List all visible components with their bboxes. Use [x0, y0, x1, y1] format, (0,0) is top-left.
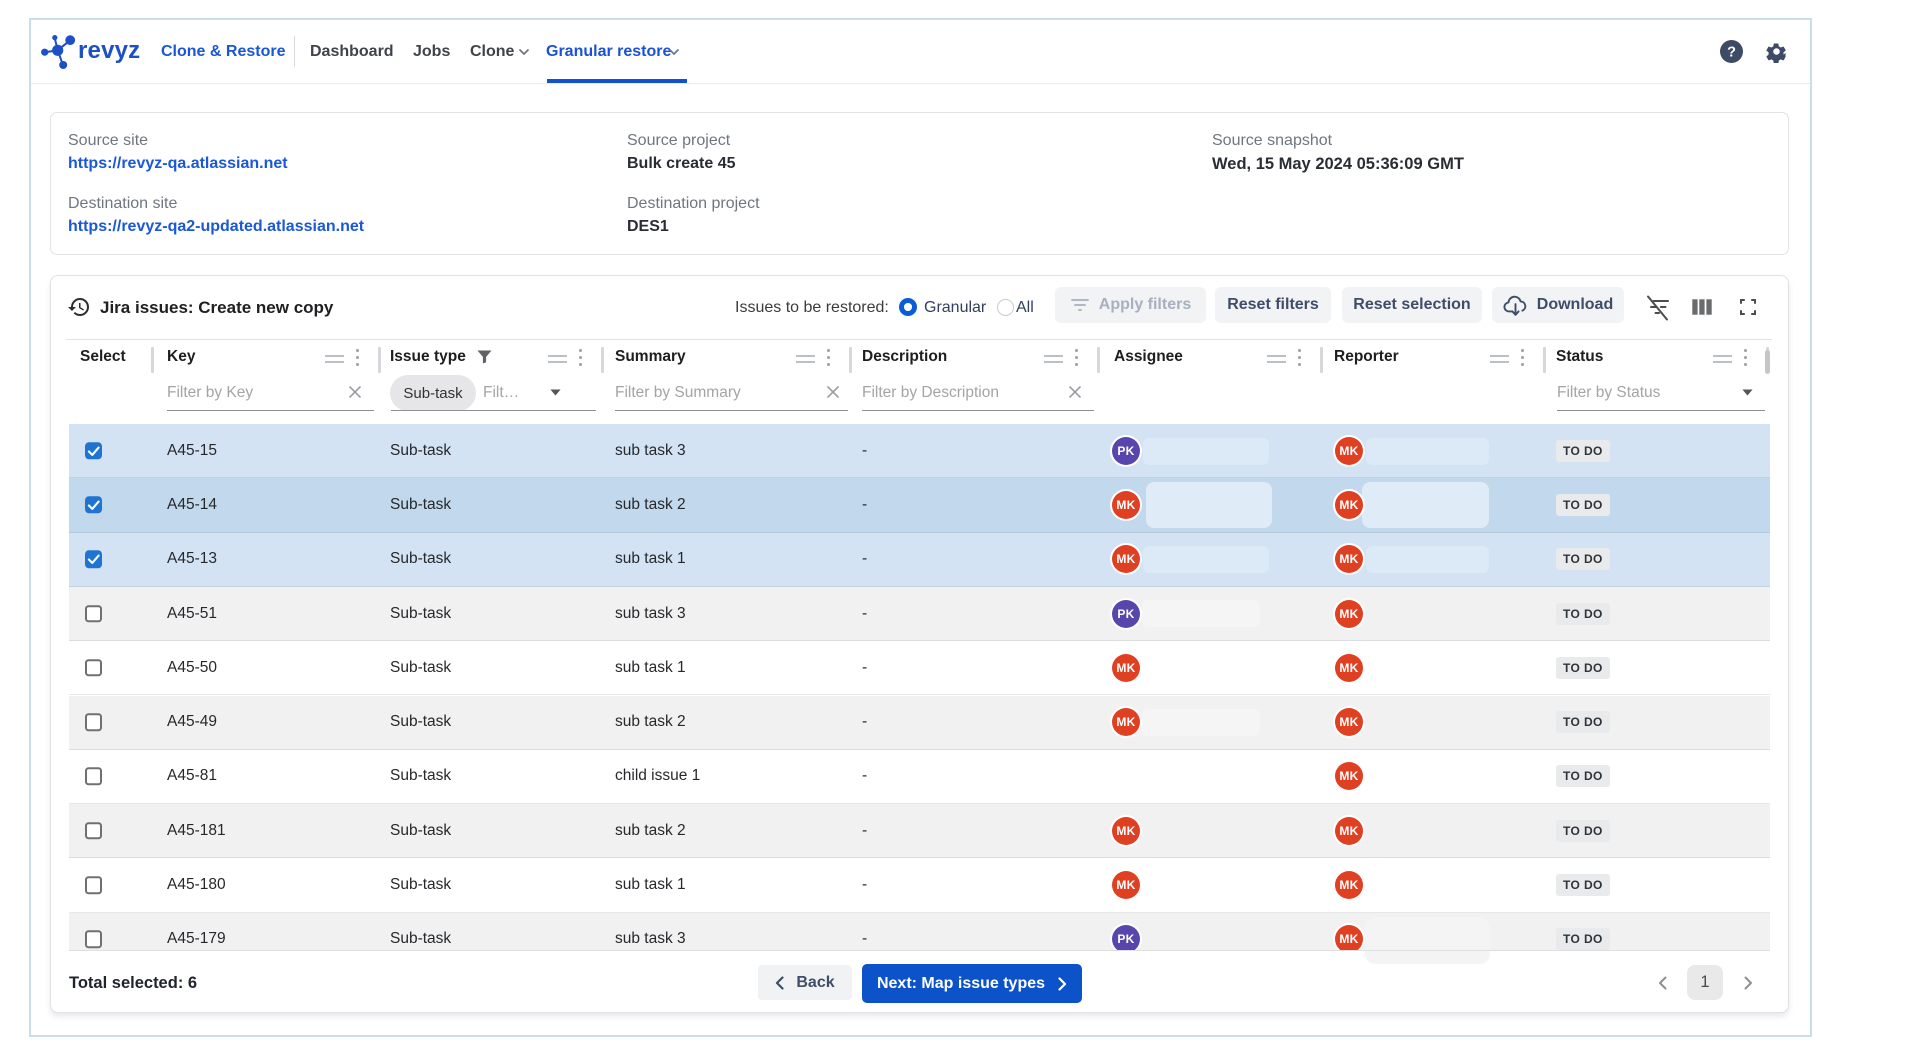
- svg-text:?: ?: [1727, 45, 1736, 61]
